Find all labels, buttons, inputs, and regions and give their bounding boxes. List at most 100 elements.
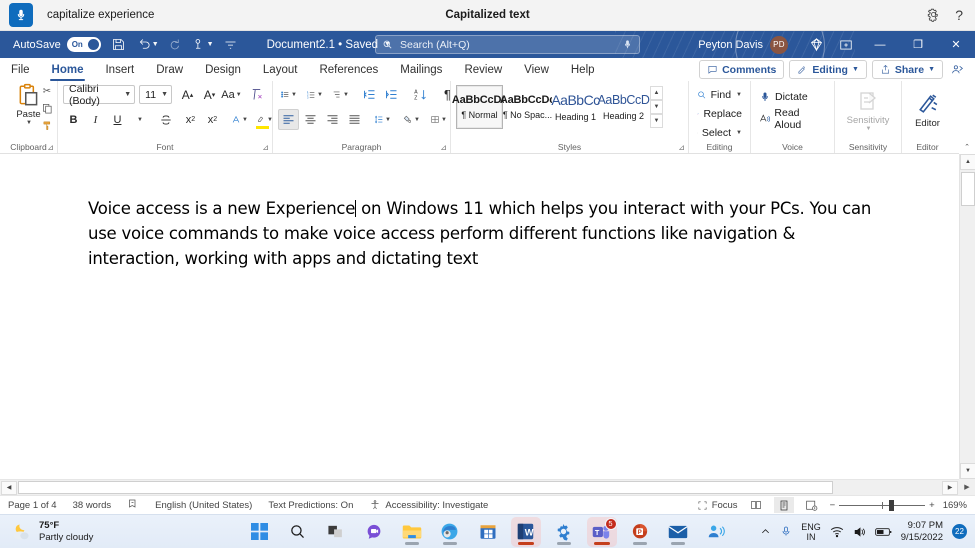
editing-button[interactable]: Editing ▼: [789, 60, 867, 79]
numbering-icon[interactable]: 1 2 3 ▼: [304, 84, 325, 105]
strikethrough-icon[interactable]: [155, 109, 176, 130]
zoom-out-button[interactable]: −: [830, 500, 836, 511]
more-styles-icon[interactable]: ▼: [650, 114, 663, 128]
horizontal-scrollbar[interactable]: ◀ ▶: [0, 479, 959, 495]
scroll-up-icon[interactable]: ▲: [650, 86, 663, 100]
chevron-down-icon[interactable]: ▼: [736, 130, 742, 136]
chevron-down-icon[interactable]: ▼: [384, 41, 391, 48]
web-layout-icon[interactable]: [802, 497, 822, 513]
italic-button[interactable]: I: [85, 109, 106, 130]
tab-draw[interactable]: Draw: [145, 58, 194, 81]
style-no-spacing[interactable]: AaBbCcDc ¶ No Spac...: [500, 85, 555, 129]
chevron-down-icon[interactable]: ▼: [317, 92, 323, 98]
chevron-down-icon[interactable]: ▼: [736, 92, 742, 98]
style-normal[interactable]: AaBbCcDc ¶ Normal: [452, 85, 507, 129]
decrease-indent-icon[interactable]: [359, 84, 380, 105]
chevron-down-icon[interactable]: ▼: [152, 41, 159, 48]
chevron-down-icon[interactable]: ▼: [242, 117, 248, 123]
scroll-down-icon[interactable]: ▼: [650, 100, 663, 114]
search-input[interactable]: Search (Alt+Q): [375, 35, 640, 54]
chevron-down-icon[interactable]: ▼: [385, 117, 391, 123]
format-painter-icon[interactable]: [40, 118, 54, 132]
zoom-track[interactable]: [839, 499, 926, 511]
print-layout-icon[interactable]: [773, 497, 794, 513]
zoom-knob[interactable]: [889, 499, 895, 511]
chevron-down-icon[interactable]: ▼: [26, 120, 32, 126]
scroll-down-icon[interactable]: ▼: [960, 463, 975, 479]
dialog-launcher-icon[interactable]: ⊿: [47, 143, 54, 152]
touch-mode-icon[interactable]: ▼: [191, 34, 214, 56]
mail-button[interactable]: [663, 517, 693, 547]
gear-icon[interactable]: [926, 7, 941, 24]
ribbon-display-options-icon[interactable]: [831, 31, 861, 58]
language-indicator[interactable]: ENG IN: [801, 522, 821, 542]
tab-insert[interactable]: Insert: [94, 58, 145, 81]
edge-button[interactable]: [435, 517, 465, 547]
language-indicator[interactable]: English (United States): [155, 500, 252, 511]
share-button[interactable]: Share ▼: [871, 60, 943, 79]
search-button[interactable]: [283, 517, 313, 547]
file-explorer-button[interactable]: [397, 517, 427, 547]
scissors-icon[interactable]: ✂: [40, 84, 54, 98]
font-name-input[interactable]: Calibri (Body) ▼: [63, 83, 136, 107]
multilevel-list-icon[interactable]: ▼: [330, 84, 351, 105]
read-aloud-button[interactable]: Read Aloud: [756, 107, 829, 131]
bullets-icon[interactable]: ▼: [278, 84, 299, 105]
line-spacing-icon[interactable]: ▼: [372, 109, 393, 130]
align-left-icon[interactable]: [278, 109, 299, 130]
battery-icon[interactable]: [874, 527, 892, 537]
align-right-icon[interactable]: [322, 109, 343, 130]
read-mode-icon[interactable]: [746, 497, 766, 513]
autosave-control[interactable]: AutoSave On: [13, 37, 101, 52]
powerpoint-button[interactable]: P: [625, 517, 655, 547]
tab-design[interactable]: Design: [194, 58, 252, 81]
help-icon[interactable]: ?: [955, 8, 963, 22]
chevron-down-icon[interactable]: ▼: [414, 117, 420, 123]
grow-font-icon[interactable]: A ▴: [177, 84, 198, 105]
document-paragraph[interactable]: Voice access is a new Experience on Wind…: [88, 196, 888, 271]
voice-access-button[interactable]: [701, 517, 731, 547]
shading-icon[interactable]: ▼: [401, 109, 422, 130]
chevron-down-icon[interactable]: ▼: [207, 41, 214, 48]
replace-button[interactable]: bc Replace: [694, 104, 745, 123]
comments-button[interactable]: Comments: [699, 60, 785, 79]
style-heading-1[interactable]: AaBbCc Heading 1: [551, 85, 600, 129]
undo-icon[interactable]: ▼: [136, 34, 159, 56]
horizontal-scrollbar-thumb[interactable]: [18, 481, 833, 494]
accessibility-indicator[interactable]: Accessibility: Investigate: [369, 499, 488, 511]
chevron-up-icon[interactable]: [760, 526, 771, 537]
wifi-icon[interactable]: [830, 526, 844, 538]
bold-button[interactable]: B: [63, 109, 84, 130]
word-count[interactable]: 38 words: [73, 500, 112, 511]
dialog-launcher-icon[interactable]: ⊿: [262, 143, 269, 152]
tab-layout[interactable]: Layout: [252, 58, 309, 81]
text-effects-icon[interactable]: ▼: [229, 109, 250, 130]
clear-formatting-icon[interactable]: [246, 84, 267, 105]
restore-button[interactable]: ❐: [899, 31, 937, 58]
autosave-toggle[interactable]: On: [66, 37, 101, 52]
save-icon[interactable]: [109, 34, 129, 56]
borders-icon[interactable]: ▼: [428, 109, 449, 130]
microphone-icon[interactable]: [780, 525, 792, 538]
sort-icon[interactable]: AZ: [410, 84, 431, 105]
task-view-button[interactable]: [321, 517, 351, 547]
dialog-launcher-icon[interactable]: ⊿: [440, 143, 447, 152]
people-icon[interactable]: [948, 63, 967, 76]
chat-button[interactable]: [359, 517, 389, 547]
teams-button[interactable]: T 5: [586, 516, 617, 547]
zoom-slider[interactable]: − +: [830, 499, 935, 511]
justify-icon[interactable]: [344, 109, 365, 130]
scroll-up-icon[interactable]: ▲: [960, 154, 975, 170]
scroll-right-icon[interactable]: ▶: [942, 480, 958, 495]
microphone-icon[interactable]: [622, 39, 633, 50]
chevron-down-icon[interactable]: ▼: [119, 91, 131, 98]
minimize-button[interactable]: —: [861, 31, 899, 58]
align-center-icon[interactable]: [300, 109, 321, 130]
page-indicator[interactable]: Page 1 of 4: [8, 500, 57, 511]
subscript-button[interactable]: x2: [180, 109, 201, 130]
chevron-down-icon[interactable]: ▼: [236, 92, 242, 98]
weather-widget[interactable]: 75°F Partly cloudy: [0, 520, 93, 544]
voice-access-mic-button[interactable]: [9, 3, 33, 27]
style-heading-2[interactable]: AaBbCcD Heading 2: [597, 85, 650, 129]
select-button[interactable]: Select ▼: [694, 123, 745, 142]
